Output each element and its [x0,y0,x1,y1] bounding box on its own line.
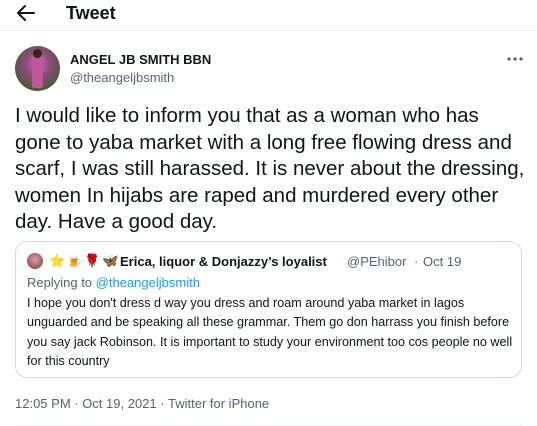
tweet-text: I would like to inform you that as a wom… [15,104,525,233]
author-handle[interactable]: @theangeljbsmith [70,70,174,86]
more-options-button[interactable] [505,52,525,66]
rose-emoji: 🌹 [84,253,101,268]
tweet-meta: 12:05 PM · Oct 19, 2021 · Twitter for iP… [15,396,269,412]
avatar[interactable] [15,46,60,91]
more-icon [507,57,523,61]
replying-to: Replying to @theangeljbsmith [27,275,200,291]
quoted-date: Oct 19 [423,254,462,269]
beer-emoji: 🍺 [66,253,83,268]
butterfly-emoji: 🦋 [102,253,119,268]
avatar-figure [32,54,43,88]
avatar-head [33,49,42,58]
back-button[interactable] [14,2,38,24]
meta-separator: · [414,254,419,269]
author-name[interactable]: ANGEL JB SMITH BBN [70,52,211,68]
arrow-left-icon [17,5,35,21]
divider [0,30,537,31]
quoted-tweet[interactable]: ⭐ 🍺 🌹 🦋 Erica, liquor & Donjazzy’s loyal… [15,241,522,378]
quoted-author-name: Erica, liquor & Donjazzy’s loyalist [120,254,327,269]
tweet-timestamp[interactable]: 12:05 PM · Oct 19, 2021 [15,396,157,411]
quoted-avatar[interactable] [27,253,43,269]
page-title: Tweet [66,3,116,23]
replying-prefix: Replying to [27,275,93,290]
quoted-author-handle: @PEhibor [347,254,407,269]
meta-separator: · [160,396,165,411]
star-emoji: ⭐ [49,253,66,268]
quoted-tweet-text: I hope you don't dress d way you dress a… [27,296,513,368]
top-bar: Tweet [0,0,537,27]
replying-to-handle[interactable]: @theangeljbsmith [96,275,200,290]
tweet-source: Twitter for iPhone [168,396,270,411]
